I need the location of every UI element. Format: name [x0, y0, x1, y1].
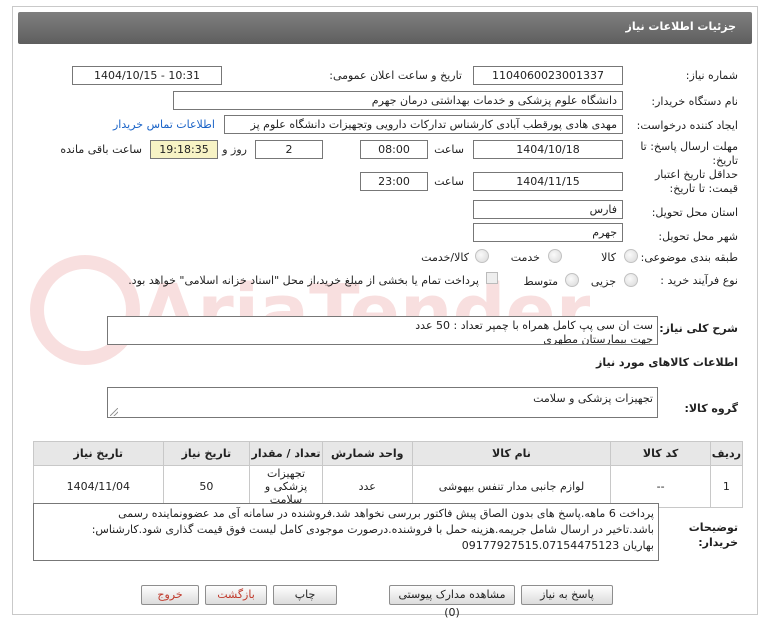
category-label: طبقه بندی موضوعی:: [640, 251, 738, 264]
need-number-field[interactable]: 1104060023001337: [473, 66, 623, 85]
goods-group-resize-grip[interactable]: [110, 408, 118, 416]
city-field[interactable]: جهرم: [473, 223, 623, 242]
cell-row-number: 1: [709, 465, 744, 508]
days-field[interactable]: 2: [255, 140, 323, 159]
requester-label: ایجاد کننده درخواست:: [636, 119, 738, 132]
category-radio-goods[interactable]: [624, 249, 638, 263]
col-header-code: کد کالا: [610, 441, 711, 466]
header-bar: جزئیات اطلاعات نیاز: [18, 12, 752, 44]
category-radio-goods-service[interactable]: [475, 249, 489, 263]
province-field[interactable]: فارس: [473, 200, 623, 219]
back-button[interactable]: بازگشت: [205, 585, 267, 605]
col-header-unit: واحد شمارش: [321, 441, 413, 466]
buyer-contact-link[interactable]: اطلاعات تماس خریدار: [113, 118, 215, 131]
description-line1: ست ان سی پپ کامل همراه با چمپر تعداد : 5…: [415, 319, 653, 332]
description-label: شرح کلی نیاز:: [659, 322, 738, 335]
city-label: شهر محل تحویل:: [658, 230, 738, 243]
cell-need-date: 1404/11/04: [33, 465, 164, 508]
deadline-label-line1: مهلت ارسال پاسخ: تا: [640, 140, 738, 153]
buyer-notes-line1: پرداخت 6 ماهه.پاسخ های بدون الصاق پیش فا…: [118, 507, 654, 520]
table-header-row: ردیف کد کالا نام کالا واحد شمارش تعداد /…: [33, 441, 744, 466]
deadline-label-line2: تاریخ:: [712, 154, 738, 167]
cell-unit: عدد: [321, 465, 413, 508]
remaining-time-field: 19:18:35: [150, 140, 218, 159]
treasury-note: پرداخت تمام یا بخشی از مبلغ خرید،از محل …: [128, 274, 479, 287]
cell-name: لوازم جانبی مدار تنفس بیهوشی: [411, 465, 612, 508]
days-label: روز و: [222, 143, 247, 156]
col-header-date: تاریخ نیاز: [33, 441, 164, 466]
table-row[interactable]: 1 -- لوازم جانبی مدار تنفس بیهوشی عدد تج…: [33, 465, 744, 508]
buyer-notes-line3: بهاریان 09177927515.07154475123: [461, 539, 654, 552]
category-option-goods-service: کالا/خدمت: [421, 251, 469, 264]
validity-time-field[interactable]: 23:00: [360, 172, 428, 191]
col-header-quantity: تعداد / مقدار: [249, 441, 323, 466]
process-radio-medium[interactable]: [565, 273, 579, 287]
validity-label-line1: حداقل تاریخ اعتبار: [654, 168, 738, 181]
page-title: جزئیات اطلاعات نیاز: [625, 20, 737, 33]
category-radio-service[interactable]: [548, 249, 562, 263]
validity-date-field[interactable]: 1404/11/15: [473, 172, 623, 191]
requester-field[interactable]: مهدی هادی پورقطب آبادی کارشناس تدارکات د…: [224, 115, 623, 134]
cell-unit-detail: تجهیزات پزشکی و سلامت: [249, 465, 323, 508]
deadline-date-field[interactable]: 1404/10/18: [473, 140, 623, 159]
category-option-service: خدمت: [510, 251, 540, 264]
goods-group-value: تجهیزات پزشکی و سلامت: [533, 392, 653, 405]
attachments-button[interactable]: مشاهده مدارک پیوستی (0): [389, 585, 515, 619]
buyer-notes-line2: باشد.تاخیر در ارسال شامل جریمه.هزینه حمل…: [91, 523, 654, 536]
description-line2: جهت بیمارستان مطهری: [543, 333, 653, 345]
reply-button[interactable]: پاسخ به نیاز: [521, 585, 613, 605]
validity-time-label: ساعت: [434, 175, 464, 188]
announce-field[interactable]: 1404/10/15 - 10:31: [72, 66, 222, 85]
buyer-org-field[interactable]: دانشگاه علوم پزشکی و خدمات بهداشتی درمان…: [173, 91, 623, 110]
need-number-label: شماره نیاز:: [685, 69, 738, 82]
remaining-label: ساعت باقی مانده: [60, 143, 142, 156]
process-radio-minor[interactable]: [624, 273, 638, 287]
description-textarea[interactable]: ست ان سی پپ کامل همراه با چمپر تعداد : 5…: [107, 316, 658, 345]
treasury-checkbox[interactable]: [486, 272, 498, 284]
goods-group-textarea[interactable]: تجهیزات پزشکی و سلامت: [107, 387, 658, 418]
items-table: ردیف کد کالا نام کالا واحد شمارش تعداد /…: [33, 441, 744, 508]
buyer-notes-label-line2: خریدار:: [698, 536, 738, 549]
col-header-name: نام کالا: [411, 441, 612, 466]
process-label: نوع فرآیند خرید :: [660, 274, 738, 287]
goods-group-label: گروه کالا:: [684, 402, 738, 415]
announce-label: تاریخ و ساعت اعلان عمومی:: [329, 69, 462, 82]
validity-label-line2: قیمت: تا تاریخ:: [669, 182, 738, 195]
buyer-notes-label-line1: توضیحات: [688, 521, 738, 534]
buyer-org-label: نام دستگاه خریدار:: [651, 95, 738, 108]
deadline-time-label: ساعت: [434, 143, 464, 156]
province-label: استان محل تحویل:: [651, 206, 738, 219]
deadline-time-field[interactable]: 08:00: [360, 140, 428, 159]
goods-info-title: اطلاعات کالاهای مورد نیاز: [596, 356, 738, 369]
cell-quantity: 50: [162, 465, 251, 508]
col-header-need-date: تاریخ نیاز: [162, 441, 251, 466]
process-option-minor: جزیی: [590, 275, 616, 288]
buyer-notes-textarea[interactable]: پرداخت 6 ماهه.پاسخ های بدون الصاق پیش فا…: [33, 503, 659, 561]
col-header-row-number: ردیف: [709, 441, 744, 466]
print-button[interactable]: چاپ: [273, 585, 337, 605]
cell-code: --: [610, 465, 711, 508]
exit-button[interactable]: خروج: [141, 585, 199, 605]
process-option-medium: متوسط: [523, 275, 558, 288]
category-option-goods: کالا: [601, 251, 616, 264]
